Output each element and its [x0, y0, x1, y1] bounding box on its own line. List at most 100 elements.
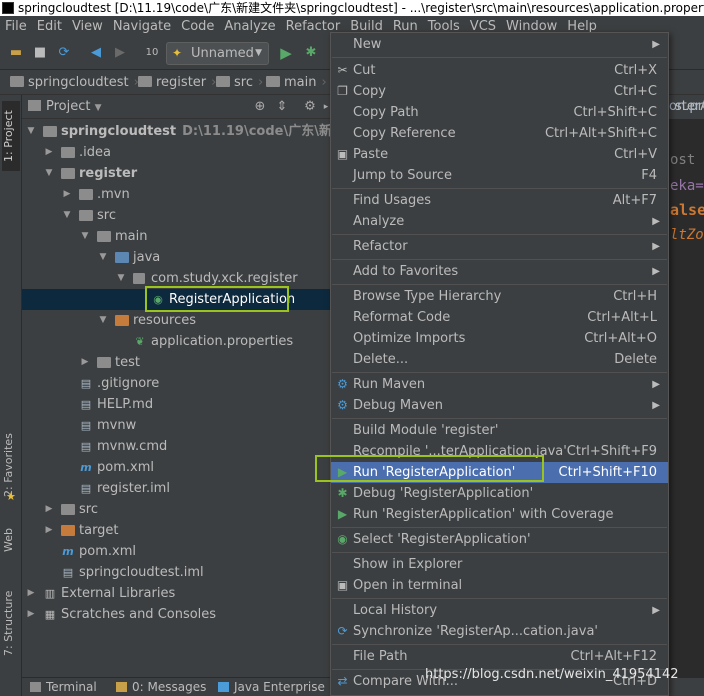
breadcrumb-src[interactable]: src › — [216, 74, 263, 91]
menu-item-add-to-favorites[interactable]: Add to Favorites ▶ — [331, 261, 668, 282]
menu-item-optimize-imports[interactable]: Optimize Imports Ctrl+Alt+O — [331, 328, 668, 349]
tree-row[interactable]: ▼ com.study.xck.register — [22, 268, 330, 289]
tab-java-enterprise[interactable]: Java Enterprise — [218, 678, 325, 696]
collapse-icon[interactable]: ⇕ — [274, 99, 290, 115]
menu-item-run-registerapplication[interactable]: ▶ Run 'RegisterApplication' Ctrl+Shift+F10 — [331, 462, 668, 483]
sync-icon[interactable]: ⟳ — [56, 45, 72, 61]
breadcrumb-springcloudtest[interactable]: springcloudtest › — [10, 74, 139, 91]
tab-messages[interactable]: 0: Messages — [116, 678, 206, 696]
tree-row[interactable]: ▤ register.iml — [22, 478, 330, 499]
collapse-arrow-icon[interactable]: ▶ — [80, 352, 90, 373]
menu-item-copy-path[interactable]: Copy Path Ctrl+Shift+C — [331, 102, 668, 123]
menu-item-local-history[interactable]: Local History ▶ — [331, 600, 668, 621]
gear-icon[interactable]: ⚙ — [302, 99, 318, 115]
save-icon[interactable]: ■ — [32, 45, 48, 61]
tree-row[interactable]: ▤ .gitignore — [22, 373, 330, 394]
menu-item-new[interactable]: New ▶ — [331, 34, 668, 55]
menu-item-open-in-terminal[interactable]: ▣ Open in terminal — [331, 575, 668, 596]
menu-analyze[interactable]: Analyze — [219, 16, 280, 37]
tree-row[interactable]: ▶ .mvn — [22, 184, 330, 205]
menu-item-build-module[interactable]: Build Module 'register' — [331, 420, 668, 441]
tree-row[interactable]: ▶ ▦ Scratches and Consoles — [22, 604, 330, 625]
menu-item-synchronize[interactable]: ⟳ Synchronize 'RegisterAp...cation.java' — [331, 621, 668, 642]
tree-row[interactable]: ▼ springcloudtest D:\11.19\code\广东\新建文件 — [22, 121, 330, 142]
collapse-arrow-icon[interactable]: ▶ — [44, 499, 54, 520]
tree-row[interactable]: ▤ mvnw — [22, 415, 330, 436]
tree-row[interactable]: ▶ test — [22, 352, 330, 373]
menu-item-analyze[interactable]: Analyze ▶ — [331, 211, 668, 232]
menu-item-copy-reference[interactable]: Copy Reference Ctrl+Alt+Shift+C — [331, 123, 668, 144]
back-arrow-icon[interactable]: ◀ — [88, 45, 104, 61]
menu-navigate[interactable]: Navigate — [108, 16, 176, 37]
menu-item-jump-to-source[interactable]: Jump to Source F4 — [331, 165, 668, 186]
menu-item-file-path[interactable]: File Path Ctrl+Alt+F12 — [331, 646, 668, 667]
menu-item-debug-maven[interactable]: ⚙ Debug Maven ▶ — [331, 395, 668, 416]
menu-item-debug-registerapplication[interactable]: ✱ Debug 'RegisterApplication' — [331, 483, 668, 504]
tree-row[interactable]: m pom.xml — [22, 541, 330, 562]
expand-arrow-icon[interactable]: ▼ — [62, 205, 72, 226]
tab-structure[interactable]: 7: Structure — [2, 583, 20, 663]
project-view-selector[interactable]: Project ▼ — [28, 99, 102, 116]
tree-label: target — [79, 523, 119, 538]
debug-icon[interactable]: ✱ — [303, 45, 319, 61]
breadcrumb-register[interactable]: register › — [138, 74, 216, 91]
run-config-selector[interactable]: ✦ Unnamed ▼ — [166, 42, 269, 65]
menu-view[interactable]: View — [67, 16, 108, 37]
tree-row[interactable]: ▶ src — [22, 499, 330, 520]
open-folder-icon[interactable]: ▬ — [8, 45, 24, 61]
tree-row[interactable]: ▼ resources — [22, 310, 330, 331]
copy-icon: ❐ — [337, 84, 348, 98]
menu-item-cut[interactable]: ✂ Cut Ctrl+X — [331, 60, 668, 81]
menu-item-recompile[interactable]: Recompile '...terApplication.java' Ctrl+S… — [331, 441, 668, 462]
collapse-arrow-icon[interactable]: ▶ — [44, 142, 54, 163]
menu-item-reformat-code[interactable]: Reformat Code Ctrl+Alt+L — [331, 307, 668, 328]
forward-arrow-icon[interactable]: ▶ — [112, 45, 128, 61]
expand-arrow-icon[interactable]: ▼ — [80, 226, 90, 247]
build-icon[interactable]: 10 — [144, 45, 160, 61]
collapse-arrow-icon[interactable]: ▶ — [26, 604, 36, 625]
breadcrumb-main[interactable]: main › — [266, 74, 327, 91]
tree-row[interactable]: ▶ ▥ External Libraries — [22, 583, 330, 604]
tree-row[interactable]: ▤ HELP.md — [22, 394, 330, 415]
menu-file[interactable]: File — [0, 16, 32, 37]
tree-row[interactable]: ▶ target — [22, 520, 330, 541]
menu-item-refactor[interactable]: Refactor ▶ — [331, 236, 668, 257]
run-icon[interactable]: ▶ — [278, 45, 294, 61]
menu-item-delete[interactable]: Delete... Delete — [331, 349, 668, 370]
tree-row[interactable]: ▼ src — [22, 205, 330, 226]
menu-item-copy[interactable]: ❐ Copy Ctrl+C — [331, 81, 668, 102]
tab-project[interactable]: 1: Project — [2, 101, 20, 171]
tree-row[interactable]: m pom.xml — [22, 457, 330, 478]
menu-item-find-usages[interactable]: Find Usages Alt+F7 — [331, 190, 668, 211]
tab-terminal[interactable]: Terminal — [30, 678, 97, 696]
tree-row[interactable]: ▼ main — [22, 226, 330, 247]
menu-item-run-with-coverage[interactable]: ▶ Run 'RegisterApplication' with Coverage — [331, 504, 668, 525]
menu-edit[interactable]: Edit — [32, 16, 67, 37]
menu-separator — [332, 418, 667, 419]
menu-item-select-registerapplication[interactable]: ◉ Select 'RegisterApplication' — [331, 529, 668, 550]
expand-arrow-icon[interactable]: ▼ — [116, 268, 126, 289]
tab-web[interactable]: Web — [2, 523, 20, 557]
tree-row[interactable]: ❦ application.properties — [22, 331, 330, 352]
menu-item-run-maven[interactable]: ⚙ Run Maven ▶ — [331, 374, 668, 395]
menu-item-show-in-explorer[interactable]: Show in Explorer — [331, 554, 668, 575]
collapse-arrow-icon[interactable]: ▶ — [44, 520, 54, 541]
tree-row[interactable]: ▤ springcloudtest.iml — [22, 562, 330, 583]
expand-arrow-icon[interactable]: ▼ — [98, 247, 108, 268]
locate-icon[interactable]: ⊕ — [252, 99, 268, 115]
collapse-arrow-icon[interactable]: ▶ — [62, 184, 72, 205]
editor-tab-properties[interactable]: on.prop — [669, 95, 704, 119]
menu-separator — [332, 552, 667, 553]
tree-row[interactable]: ▼ java — [22, 247, 330, 268]
tree-row[interactable]: ▼ register — [22, 163, 330, 184]
expand-arrow-icon[interactable]: ▼ — [98, 310, 108, 331]
menu-code[interactable]: Code — [176, 16, 219, 37]
tree-row-selected[interactable]: ◉ RegisterApplication — [22, 289, 330, 310]
tree-row[interactable]: ▤ mvnw.cmd — [22, 436, 330, 457]
expand-arrow-icon[interactable]: ▼ — [26, 121, 36, 142]
menu-item-browse-type-hierarchy[interactable]: Browse Type Hierarchy Ctrl+H — [331, 286, 668, 307]
expand-arrow-icon[interactable]: ▼ — [44, 163, 54, 184]
collapse-arrow-icon[interactable]: ▶ — [26, 583, 36, 604]
tree-row[interactable]: ▶ .idea — [22, 142, 330, 163]
menu-item-paste[interactable]: ▣ Paste Ctrl+V — [331, 144, 668, 165]
